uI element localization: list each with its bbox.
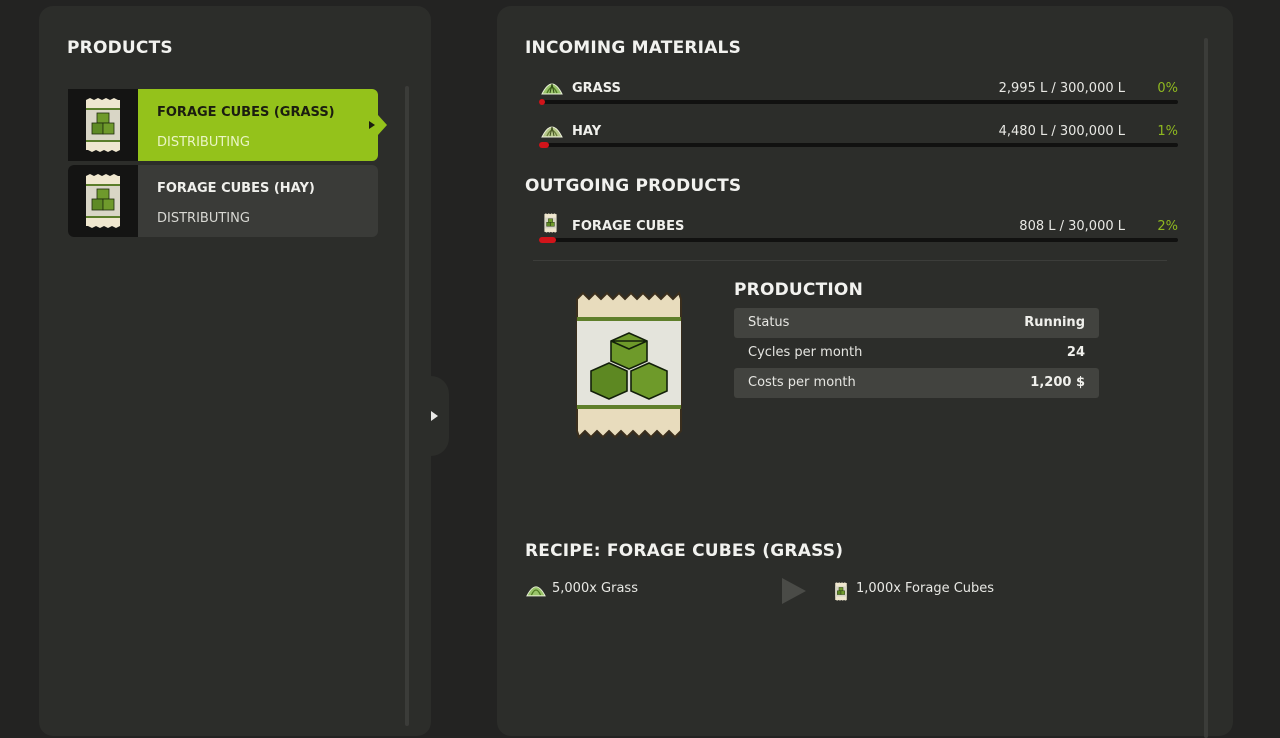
production-row-label: Cycles per month [748,345,863,360]
fill-level-bar-fill [539,237,557,243]
details-scrollbar[interactable] [1204,38,1208,738]
product-row-forage-cubes: FORAGE CUBES 808 L / 30,000 L 2% [525,213,1178,262]
material-row-hay: HAY 4,480 L / 300,000 L 1% [525,124,1178,167]
fill-level-bar [539,237,1178,243]
production-row-label: Status [748,315,790,330]
production-row-label: Costs per month [748,375,856,390]
grass-icon [541,78,563,100]
products-panel: PRODUCTS FORAGE CUBES (GRASS) DISTRIBUTI… [39,6,431,736]
product-name: FORAGE CUBES [572,219,685,234]
product-amount: 808 L / 30,000 L [1019,219,1125,234]
material-name: GRASS [572,81,621,96]
fill-level-bar-fill [539,142,549,148]
grass-icon [526,581,546,602]
material-amount: 4,480 L / 300,000 L [998,124,1125,139]
products-title: PRODUCTS [67,38,173,58]
product-item-name: FORAGE CUBES (HAY) [157,181,315,196]
recipe-arrow-icon [780,576,808,610]
fill-level-bar [539,142,1178,148]
product-item-forage-cubes-grass[interactable]: FORAGE CUBES (GRASS) DISTRIBUTING [68,89,387,161]
product-item-status: DISTRIBUTING [157,211,250,226]
collapse-panel-button[interactable] [431,376,449,456]
selection-indicator-icon [369,121,375,129]
product-item-name: FORAGE CUBES (GRASS) [157,105,335,120]
material-percent: 1% [1157,124,1178,139]
incoming-materials-title: INCOMING MATERIALS [525,38,742,58]
selection-arrow-icon [378,115,387,135]
forage-cubes-icon [543,213,558,237]
play-arrow-icon [431,411,438,421]
outgoing-products-title: OUTGOING PRODUCTS [525,176,742,196]
production-row-costs: Costs per month 1,200 $ [734,368,1099,398]
product-percent: 2% [1157,219,1178,234]
recipe-title: RECIPE: FORAGE CUBES (GRASS) [525,541,844,561]
recipe-output: 1,000x Forage Cubes [856,581,995,596]
hay-icon [541,121,563,143]
production-row-value: 24 [1066,345,1085,360]
production-row-value: Running [1024,315,1085,330]
details-panel: INCOMING MATERIALS GRASS 2,995 L / 300,0… [497,6,1233,738]
product-item-forage-cubes-hay[interactable]: FORAGE CUBES (HAY) DISTRIBUTING [68,165,378,237]
production-row-value: 1,200 $ [1030,375,1085,390]
material-name: HAY [572,124,602,139]
forage-cubes-icon [68,89,138,161]
production-row-cycles: Cycles per month 24 [734,338,1099,368]
material-row-grass: GRASS 2,995 L / 300,000 L 0% [525,81,1178,124]
forage-cubes-large-icon [573,291,685,443]
fill-level-bar-fill [539,99,545,105]
production-stats-table: Status Running Cycles per month 24 Costs… [734,308,1099,398]
products-scrollbar[interactable] [405,86,409,726]
forage-cubes-icon [68,165,138,237]
section-divider [533,260,1167,261]
recipe-input: 5,000x Grass [552,581,638,596]
fill-level-bar [539,99,1178,105]
forage-cubes-icon [834,582,848,605]
material-amount: 2,995 L / 300,000 L [998,81,1125,96]
production-row-status: Status Running [734,308,1099,338]
product-item-status: DISTRIBUTING [157,135,250,150]
production-title: PRODUCTION [734,280,863,300]
material-percent: 0% [1157,81,1178,96]
